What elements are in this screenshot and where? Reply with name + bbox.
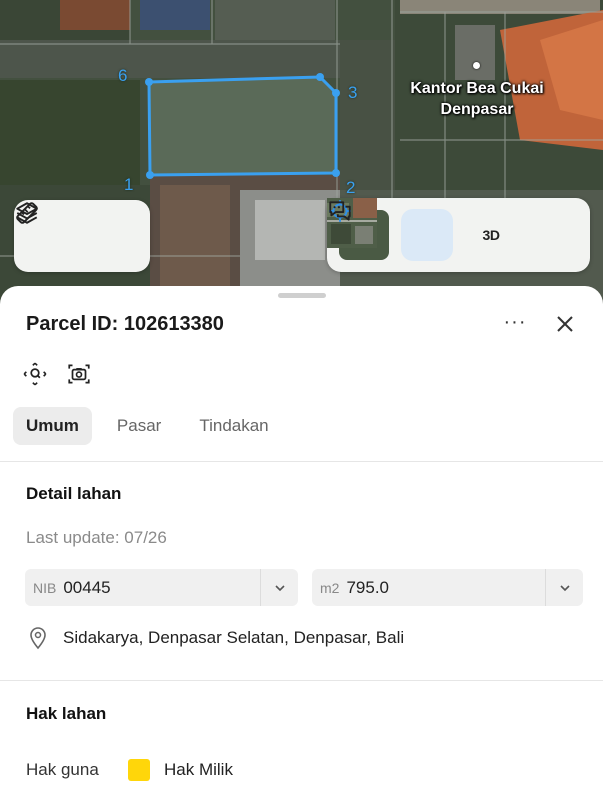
map-view[interactable]: 6 3 1 2 Kantor Bea Cukai Denpasar 3D [0,0,603,310]
parcel-title: Parcel ID: 102613380 [26,313,224,335]
area-dropdown[interactable] [545,569,583,606]
map-toolbar-right: 3D [327,198,590,272]
nib-value: 00445 [63,577,111,597]
section-title-detail: Detail lahan [26,484,122,503]
area-field[interactable]: m2 795.0 [312,569,583,606]
ruler-icon [16,202,38,224]
address-text: Sidakarya, Denpasar Selatan, Denpasar, B… [63,628,405,647]
zoom-to-parcel-button[interactable] [22,361,48,387]
nib-prefix: NIB [33,579,57,596]
nib-field[interactable]: NIB 00445 [25,569,298,606]
tab-umum[interactable]: Umum [13,407,92,445]
area-value: 795.0 [346,577,389,597]
divider [0,680,603,681]
rights-color-swatch [128,759,150,781]
rights-value: Hak Milik [164,760,233,779]
section-title-rights: Hak lahan [26,704,107,723]
map-toolbar-left [14,200,150,272]
tab-bar: Umum Pasar Tindakan [13,407,294,445]
chat-icon [329,201,351,221]
vertex-label: 2 [346,178,356,197]
tab-tindakan[interactable]: Tindakan [186,407,281,445]
area-prefix: m2 [320,579,340,596]
location-pin-icon [30,627,46,650]
chat-button[interactable] [329,201,581,261]
parcel-sheet: Parcel ID: 102613380 ··· Umum Pasar Tind… [0,286,603,804]
3d-button[interactable]: 3D [465,209,517,261]
screenshot-button[interactable] [66,361,92,387]
sheet-grabber[interactable] [278,293,326,298]
close-icon [557,316,573,332]
3d-label: 3D [482,227,500,243]
vertex-label: 3 [348,83,358,102]
rights-label: Hak guna [26,760,99,779]
vertex-label: 6 [118,66,128,85]
more-button[interactable]: ··· [500,312,530,338]
camera-icon [68,364,90,384]
chevron-down-icon [559,584,570,591]
poi-label[interactable]: Kantor Bea Cukai Denpasar [410,78,544,120]
nib-dropdown[interactable] [260,569,298,606]
poi-marker[interactable] [473,62,480,69]
last-update-text: Last update: 07/26 [26,528,167,547]
close-button[interactable] [553,312,577,336]
parcel-outline[interactable] [147,75,338,177]
vertex-label: 1 [124,175,134,194]
zoom-search-icon [23,362,47,386]
measure-button[interactable] [16,202,142,262]
chevron-down-icon [274,584,285,591]
divider [0,461,603,462]
locate-button[interactable] [329,200,453,261]
tab-pasar[interactable]: Pasar [104,407,174,445]
